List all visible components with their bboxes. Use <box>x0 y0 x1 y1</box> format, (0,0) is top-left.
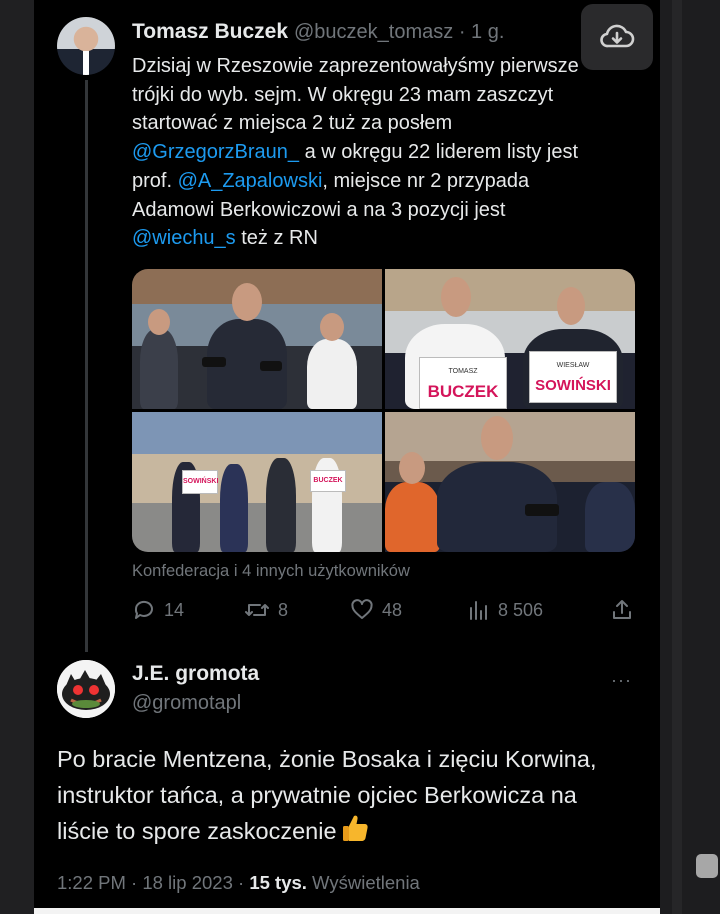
reply-footer-meta: 1:22 PM · 18 lip 2023 · 15 tys. Wyświetl… <box>57 872 420 894</box>
right-gutter <box>660 0 720 914</box>
tweet-line: startować z miejsca 2 tuż za posłem <box>132 112 453 135</box>
photo-press-conference[interactable] <box>132 269 382 409</box>
person-head <box>320 313 344 341</box>
photo-candidates-signs[interactable]: TOMASZ BUCZEK WIESŁAW SOWIŃSKI <box>385 269 635 409</box>
tweet-line: prof. @A_Zapalowski, miejsce nr 2 przypa… <box>132 167 622 196</box>
candidate-sign-buczek: TOMASZ BUCZEK <box>419 357 507 409</box>
person-head <box>232 283 262 321</box>
tweet-line: trójki do wyb. sejm. W okręgu 23 mam zas… <box>132 83 554 106</box>
reply-views-label: Wyświetlenia <box>306 872 420 893</box>
person-figure <box>585 482 635 552</box>
person-figure <box>385 482 440 552</box>
tweet-actions: 14 8 48 8 506 <box>132 598 642 628</box>
reply-count: 14 <box>164 599 185 620</box>
media-credit[interactable]: Konfederacja i 4 innych użytkowników <box>132 562 410 581</box>
mention-link[interactable]: @wiechu_s <box>132 227 236 249</box>
reply-line: liście to spore zaskoczenie <box>57 813 647 854</box>
more-icon: ··· <box>611 670 632 690</box>
tweet-line-text: prof. <box>132 169 178 192</box>
tweet-line: @GrzegorzBraun_ a w okręgu 22 liderem li… <box>132 138 622 167</box>
share-button[interactable] <box>610 598 634 622</box>
scrollbar-thumb[interactable] <box>696 854 718 878</box>
reply-button[interactable]: 14 <box>132 598 184 622</box>
mention-link[interactable]: @GrzegorzBraun_ <box>132 141 299 163</box>
photo-square-group[interactable]: SOWIŃSKI BUCZEK <box>132 412 382 552</box>
share-icon <box>613 600 631 619</box>
sign-last-name: SOWIŃSKI <box>535 377 611 394</box>
mention-link[interactable]: @A_Zapalowski <box>178 170 323 192</box>
reply-author-name[interactable]: J.E. gromota <box>132 662 259 686</box>
person-figure <box>140 329 178 409</box>
reply-views-count: 15 tys. <box>249 872 307 893</box>
tweet-line: Adamowi Berkowiczowi a na 3 pozycji jest <box>132 198 506 221</box>
views-icon <box>470 601 487 620</box>
retweet-icon <box>245 604 269 616</box>
retweet-button[interactable]: 8 <box>244 598 288 622</box>
left-gutter <box>0 0 34 914</box>
person-figure <box>307 339 357 409</box>
tweet-time[interactable]: · 1 g. <box>459 21 505 43</box>
views-count: 8 506 <box>498 599 544 620</box>
reply-timestamp[interactable]: 1:22 PM · 18 lip 2023 · <box>57 872 249 893</box>
person-head <box>148 309 170 335</box>
author-handle[interactable]: @buczek_tomasz <box>294 21 453 43</box>
person-head <box>441 277 471 317</box>
tweet-text: Dzisiaj w Rzeszowie zaprezentowałyśmy pi… <box>132 52 622 253</box>
tweet-line: @wiechu_s też z RN <box>132 224 622 253</box>
author-avatar[interactable] <box>57 17 115 75</box>
cloud-download-icon <box>600 24 635 48</box>
tweet-line-text: , miejsce nr 2 przypada <box>322 169 530 192</box>
small-sign: BUCZEK <box>310 470 346 492</box>
microphone <box>260 361 282 371</box>
media-grid: TOMASZ BUCZEK WIESŁAW SOWIŃSKI SOWIŃSKI … <box>132 269 635 552</box>
tweet-line-text: też z RN <box>235 227 318 250</box>
author-handle-and-time: @buczek_tomasz · 1 g. <box>294 21 504 44</box>
reply-line: Po bracie Mentzena, żonie Bosaka i zięci… <box>57 746 597 772</box>
reply-line-text: liście to spore zaskoczenie <box>57 818 337 844</box>
frog-mascot-icon <box>57 660 115 718</box>
views-button[interactable]: 8 506 <box>468 598 543 622</box>
person-figure <box>220 464 248 552</box>
reply-icon <box>134 600 153 619</box>
like-count: 48 <box>382 599 403 620</box>
sign-last-name: BUCZEK <box>427 382 499 401</box>
more-options-button[interactable]: ··· <box>611 670 632 691</box>
right-strip <box>672 0 682 914</box>
bottom-edge <box>34 908 660 914</box>
retweet-count: 8 <box>278 599 289 620</box>
reply-text: Po bracie Mentzena, żonie Bosaka i zięci… <box>57 742 647 854</box>
sign-first-name: TOMASZ <box>448 368 478 375</box>
reply-author-avatar[interactable] <box>57 660 115 718</box>
tweet-line: Dzisiaj w Rzeszowie zaprezentowałyśmy pi… <box>132 55 579 77</box>
reply-line: instruktor tańca, a prywatnie ojciec Ber… <box>57 781 577 808</box>
photo-speaker-closeup[interactable] <box>385 412 635 552</box>
person-head <box>399 452 425 484</box>
person-head <box>481 416 513 460</box>
thread-connector-line <box>85 80 88 652</box>
sign-first-name: WIESŁAW <box>556 362 590 369</box>
microphone <box>525 504 559 516</box>
thumbs-up-icon <box>341 813 371 854</box>
microphone <box>202 357 226 367</box>
small-sign: SOWIŃSKI <box>182 470 218 494</box>
tweet-line-text: a w okręgu 22 liderem listy jest <box>299 141 579 164</box>
author-name[interactable]: Tomasz Buczek <box>132 20 288 44</box>
like-button[interactable]: 48 <box>350 598 402 622</box>
person-figure <box>266 458 296 552</box>
person-head <box>557 287 585 325</box>
reply-author-handle[interactable]: @gromotapl <box>132 692 241 715</box>
like-icon <box>351 599 373 619</box>
candidate-sign-sowinski: WIESŁAW SOWIŃSKI <box>529 351 617 403</box>
